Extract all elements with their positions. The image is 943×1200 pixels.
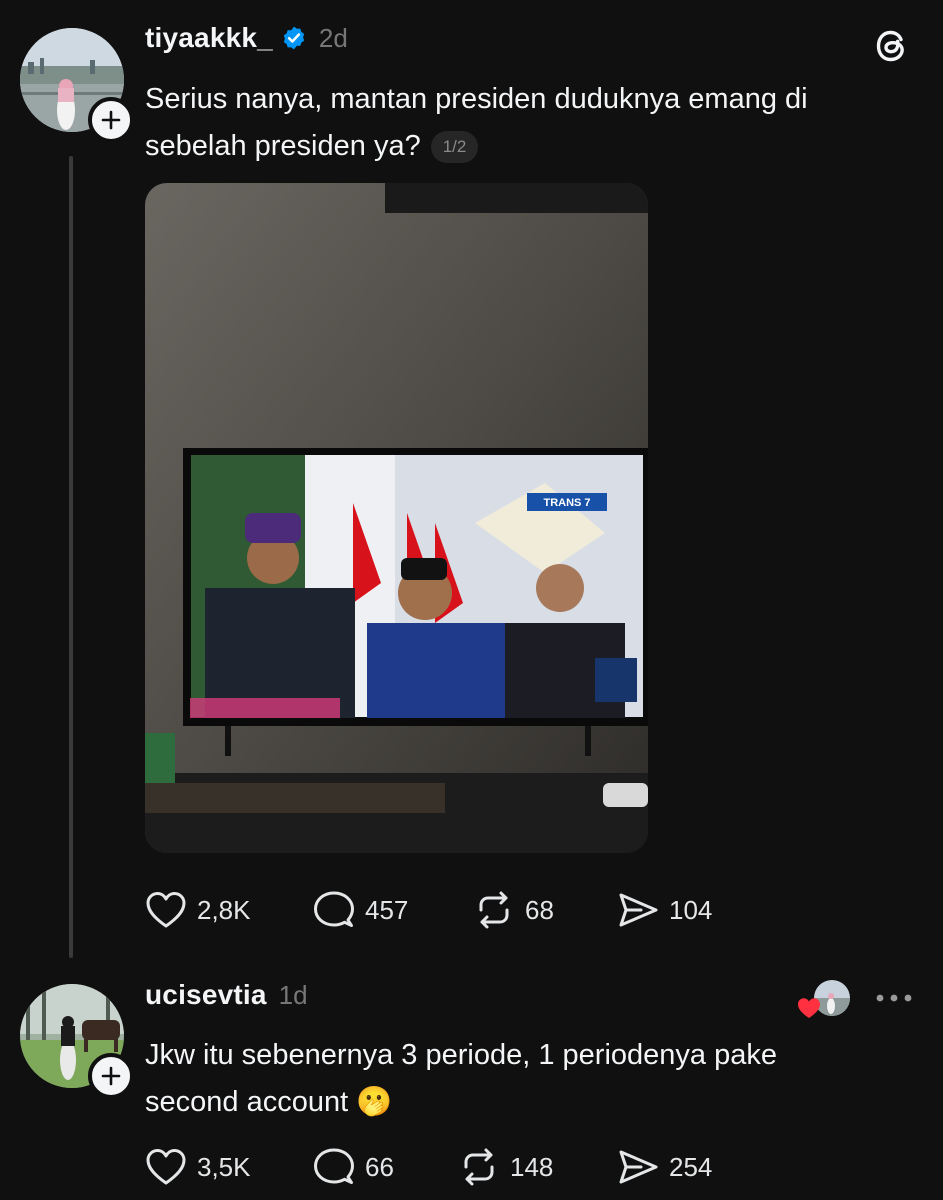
repost-icon bbox=[464, 1148, 494, 1186]
reply-text: Jkw itu sebenernya 3 periode, 1 perioden… bbox=[145, 1032, 915, 1126]
post-text-line-2: sebelah presiden ya? 1/2 bbox=[145, 123, 915, 170]
post-time: 2d bbox=[318, 22, 348, 53]
verified-badge-icon bbox=[283, 26, 305, 50]
share-icon bbox=[619, 893, 658, 927]
heart-icon bbox=[796, 996, 822, 1025]
post-username[interactable]: tiyaakkk_ bbox=[145, 22, 273, 54]
reply-button[interactable]: 457 bbox=[313, 890, 408, 930]
page-indicator: 1/2 bbox=[430, 131, 479, 164]
share-count: 104 bbox=[669, 894, 713, 925]
like-count: 2,8K bbox=[197, 894, 251, 925]
reply-username[interactable]: ucisevtia bbox=[145, 979, 267, 1011]
reply-like-button[interactable]: 3,5K bbox=[145, 1147, 251, 1187]
reply-reply-button[interactable]: 66 bbox=[313, 1147, 394, 1187]
reply-follow-plus-button[interactable] bbox=[88, 1053, 134, 1099]
thread-connector-line bbox=[69, 156, 73, 958]
heart-icon bbox=[146, 1149, 186, 1185]
post-image[interactable]: TRANS 7 bbox=[145, 183, 648, 853]
reply-like-count: 3,5K bbox=[197, 1151, 251, 1182]
repost-count: 68 bbox=[525, 894, 554, 925]
heart-icon bbox=[146, 892, 186, 928]
comment-icon bbox=[314, 891, 354, 927]
post-text-line-1: Serius nanya, mantan presiden duduknya e… bbox=[145, 83, 808, 115]
like-button[interactable]: 2,8K bbox=[145, 890, 251, 930]
more-icon bbox=[876, 994, 912, 1002]
reply-text-line-2: second account 🫢 bbox=[145, 1086, 393, 1118]
plus-icon bbox=[101, 1066, 121, 1086]
reply-count: 457 bbox=[365, 894, 409, 925]
post-text: Serius nanya, mantan presiden duduknya e… bbox=[145, 76, 915, 170]
share-icon bbox=[619, 1150, 658, 1184]
reply-repost-count: 148 bbox=[510, 1151, 554, 1182]
post-text-line-2-text: sebelah presiden ya? bbox=[145, 130, 421, 162]
reply-share-button[interactable]: 254 bbox=[617, 1147, 712, 1187]
reply-reply-count: 66 bbox=[365, 1151, 394, 1182]
repost-icon bbox=[479, 891, 509, 929]
share-button[interactable]: 104 bbox=[617, 890, 712, 930]
more-options-button[interactable] bbox=[875, 986, 913, 1015]
tv-channel-logo: TRANS 7 bbox=[543, 497, 590, 509]
repost-button[interactable]: 68 bbox=[473, 890, 554, 930]
reply-text-line-1: Jkw itu sebenernya 3 periode, 1 perioden… bbox=[145, 1039, 777, 1071]
reply-share-count: 254 bbox=[669, 1151, 713, 1182]
follow-plus-button[interactable] bbox=[88, 97, 134, 143]
plus-icon bbox=[101, 110, 121, 130]
reply-time: 1d bbox=[278, 979, 308, 1010]
reply-repost-button[interactable]: 148 bbox=[458, 1147, 553, 1187]
comment-icon bbox=[314, 1148, 354, 1184]
threads-logo-icon[interactable] bbox=[870, 24, 914, 73]
